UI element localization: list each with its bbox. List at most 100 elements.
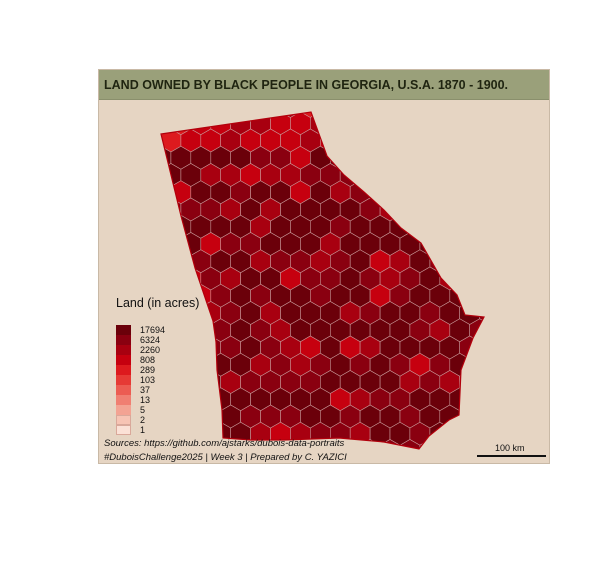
sources-caption: Sources: https://github.com/ajstarks/dub… <box>104 438 345 449</box>
legend-item: 1 <box>116 425 165 435</box>
hex-cell <box>479 163 484 187</box>
hex-cell <box>161 163 162 187</box>
map-title: LAND OWNED BY BLACK PEOPLE IN GEORGIA, U… <box>104 78 509 92</box>
hex-cell <box>449 145 471 170</box>
legend-label: 6324 <box>140 335 161 345</box>
hex-cell <box>459 128 481 153</box>
hex-cell <box>429 112 451 136</box>
hex-cell <box>369 112 391 136</box>
hex-cell <box>359 439 381 449</box>
hex-cell <box>469 387 484 412</box>
legend-label: 2260 <box>140 345 161 355</box>
hex-cell <box>479 266 484 291</box>
hex-cell <box>190 318 212 343</box>
hex-cell <box>399 128 421 153</box>
legend-label: 289 <box>140 365 156 375</box>
hex-cell <box>161 232 182 256</box>
hex-cell <box>349 145 371 170</box>
georgia-hex-map <box>160 111 485 450</box>
hex-cell <box>399 197 421 222</box>
hex-cell <box>409 180 431 205</box>
hex-cell <box>399 163 421 187</box>
hex-cell <box>429 214 451 239</box>
hex-cell <box>449 180 471 205</box>
hex-cell <box>459 370 481 394</box>
hex-cell <box>161 249 172 274</box>
hex-cell <box>439 128 461 153</box>
legend-label: 2 <box>140 415 146 425</box>
legend-label: 13 <box>140 395 151 405</box>
hex-cell <box>469 214 484 239</box>
hex-cell <box>479 404 484 429</box>
legend-item: 37 <box>116 385 165 395</box>
hex-cell <box>449 249 471 274</box>
hex-cell <box>469 421 484 446</box>
legend-swatch <box>116 385 131 395</box>
hex-cell <box>419 128 441 153</box>
legend-swatch <box>116 355 131 365</box>
scale-bar-label: 100 km <box>495 443 525 453</box>
map-panel: LAND OWNED BY BLACK PEOPLE IN GEORGIA, U… <box>98 69 550 464</box>
hex-cell <box>161 112 172 136</box>
hex-cell <box>349 112 371 136</box>
legend-item: 2 <box>116 415 165 425</box>
hex-cell <box>409 112 431 136</box>
credit-caption: #DuboisChallenge2025 | Week 3 | Prepared… <box>104 452 347 463</box>
hex-cell <box>200 404 221 429</box>
hex-cell <box>429 180 451 205</box>
legend-item: 289 <box>116 365 165 375</box>
hex-cell <box>459 232 481 256</box>
hex-cell <box>161 266 162 291</box>
title-bar: LAND OWNED BY BLACK PEOPLE IN GEORGIA, U… <box>99 70 549 100</box>
hex-cell <box>170 318 192 343</box>
hex-cell <box>439 163 461 187</box>
hex-cell <box>190 387 212 412</box>
hex-cell <box>479 128 484 153</box>
hex-cell <box>469 112 484 136</box>
hex-cell <box>379 128 401 153</box>
scale-bar <box>477 455 546 457</box>
hex-cell <box>161 180 172 205</box>
legend-label: 808 <box>140 355 156 365</box>
hex-cell <box>439 197 461 222</box>
hex-cell <box>419 197 441 222</box>
hex-cell <box>459 197 481 222</box>
legend-label: 5 <box>140 405 146 415</box>
hex-cell <box>469 180 484 205</box>
hex-cell <box>359 163 381 187</box>
legend-swatch <box>116 415 131 425</box>
hex-cell <box>170 352 192 377</box>
legend-item: 13 <box>116 395 165 405</box>
legend-item: 103 <box>116 375 165 385</box>
hex-cell <box>161 128 162 153</box>
hex-cell <box>469 145 484 170</box>
hex-cell <box>170 249 192 274</box>
hex-cell <box>180 370 202 394</box>
hex-cell <box>180 335 202 360</box>
hex-cell <box>359 128 381 153</box>
hex-cell <box>449 214 471 239</box>
hex-cell <box>459 266 481 291</box>
legend-swatch <box>116 325 131 335</box>
legend-swatch <box>116 395 131 405</box>
hex-cell <box>409 214 431 239</box>
hex-cell <box>389 180 411 205</box>
hex-cell <box>469 283 484 308</box>
hex-cell <box>180 404 202 429</box>
hex-cell <box>439 232 461 256</box>
hex-cell <box>459 404 481 429</box>
hex-cell <box>330 112 351 136</box>
hex-cell <box>170 387 192 412</box>
hex-cell <box>479 370 484 394</box>
legend-title: Land (in acres) <box>116 296 200 310</box>
legend-swatch <box>116 425 131 435</box>
hex-cell <box>429 145 451 170</box>
hex-cell <box>161 197 162 222</box>
hex-cell <box>389 112 411 136</box>
hex-cell <box>439 439 461 449</box>
legend-swatch <box>116 375 131 385</box>
hex-cell <box>479 232 484 256</box>
hex-cell <box>459 439 481 449</box>
hex-cell <box>459 163 481 187</box>
legend-item: 6324 <box>116 335 165 345</box>
